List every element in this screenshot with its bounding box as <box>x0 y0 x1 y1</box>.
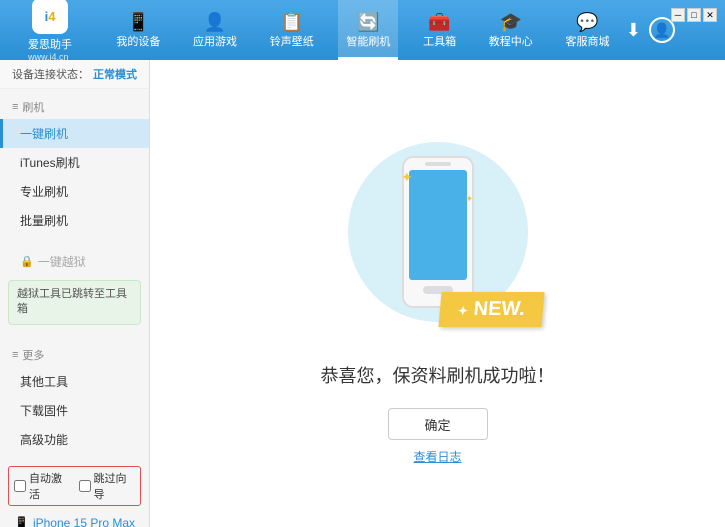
logo-icon: i4 <box>32 0 68 34</box>
smart-flash-icon: 🔄 <box>357 12 379 33</box>
toolbox-icon: 🧰 <box>428 12 450 33</box>
new-badge: ✦ NEW. <box>440 292 543 327</box>
view-log-link[interactable]: 查看日志 <box>413 448 461 465</box>
more-section: ≡ 更多 其他工具 下载固件 高级功能 <box>0 337 149 458</box>
skip-guide-checkbox[interactable]: 跳过向导 <box>79 470 136 502</box>
nav-tutorials[interactable]: 🎓 教程中心 <box>481 0 541 60</box>
main-nav: 📱 我的设备 👤 应用游戏 📋 铃声壁纸 🔄 智能刷机 🧰 工具箱 🎓 <box>100 0 626 60</box>
device-info: 📱 iPhone 15 Pro Max 512GB iPhone <box>8 512 141 527</box>
sidebar-other-tools[interactable]: 其他工具 <box>0 367 149 396</box>
maximize-button[interactable]: □ <box>687 8 701 22</box>
nav-toolbox[interactable]: 🧰 工具箱 <box>415 0 464 60</box>
nav-smart-flash[interactable]: 🔄 智能刷机 <box>338 0 398 60</box>
main-content: ✦ ✦ ✦ NEW. 恭喜您，保资料刷机成功啦！ 确定 <box>150 60 725 527</box>
nav-apps-games[interactable]: 👤 应用游戏 <box>185 0 245 60</box>
tutorials-icon: 🎓 <box>500 12 522 33</box>
phone-illustration: ✦ ✦ ✦ NEW. <box>328 122 548 342</box>
nav-service[interactable]: 💬 客服商城 <box>557 0 617 60</box>
minimize-button[interactable]: ─ <box>671 8 685 22</box>
jailbreak-section-header: 🔒 一键越狱 <box>0 247 149 276</box>
svg-text:✦: ✦ <box>465 194 473 205</box>
phone-icon: 📱 <box>14 516 29 527</box>
service-icon: 💬 <box>576 12 598 33</box>
jailbreak-section: 🔒 一键越狱 越狱工具已跳转至工具箱 <box>0 243 149 333</box>
sidebar-batch-flash[interactable]: 批量刷机 <box>0 206 149 235</box>
jailbreak-notice: 越狱工具已跳转至工具箱 <box>8 280 141 325</box>
close-button[interactable]: ✕ <box>703 8 717 22</box>
app-logo: i4 爱思助手 www.i4.cn <box>0 0 100 62</box>
flash-header-icon: ≡ <box>12 101 18 113</box>
svg-text:✦: ✦ <box>401 169 413 185</box>
auto-activate-checkbox[interactable]: 自动激活 <box>14 470 71 502</box>
success-message: 恭喜您，保资料刷机成功啦！ <box>321 362 555 388</box>
sidebar-bottom: 自动激活 跳过向导 📱 iPhone 15 Pro Max 512GB iPho… <box>0 458 149 527</box>
confirm-button[interactable]: 确定 <box>388 408 488 440</box>
logo-text: 爱思助手 www.i4.cn <box>28 36 72 62</box>
auto-activate-input[interactable] <box>14 480 26 492</box>
sidebar-pro-flash[interactable]: 专业刷机 <box>0 177 149 206</box>
sidebar-download-firmware[interactable]: 下载固件 <box>0 396 149 425</box>
status-mode: 正常模式 <box>93 66 137 82</box>
flash-section: ≡ 刷机 一键刷机 iTunes刷机 专业刷机 批量刷机 <box>0 89 149 239</box>
my-device-icon: 📱 <box>127 12 149 33</box>
ringtones-icon: 📋 <box>281 12 303 33</box>
more-header-icon: ≡ <box>12 349 18 361</box>
sidebar-itunes-flash[interactable]: iTunes刷机 <box>0 148 149 177</box>
more-section-header: ≡ 更多 <box>0 341 149 367</box>
download-button[interactable]: ⬇ <box>626 20 641 41</box>
nav-my-device[interactable]: 📱 我的设备 <box>108 0 168 60</box>
skip-guide-input[interactable] <box>79 480 91 492</box>
apps-icon: 👤 <box>204 12 226 33</box>
new-badge-text: NEW. <box>472 298 525 320</box>
device-name: 📱 iPhone 15 Pro Max <box>14 516 135 527</box>
sidebar-advanced[interactable]: 高级功能 <box>0 425 149 454</box>
skip-guide-label: 跳过向导 <box>94 470 136 502</box>
sidebar-one-click-flash[interactable]: 一键刷机 <box>0 119 149 148</box>
lock-icon: 🔒 <box>20 255 34 268</box>
connection-status: 设备连接状态： 正常模式 <box>0 60 149 89</box>
nav-ringtones[interactable]: 📋 铃声壁纸 <box>262 0 322 60</box>
phone-svg: ✦ ✦ <box>393 152 483 312</box>
auto-activate-label: 自动激活 <box>29 470 71 502</box>
flash-section-header: ≡ 刷机 <box>0 93 149 119</box>
new-badge-sparkle-left: ✦ <box>457 304 468 318</box>
